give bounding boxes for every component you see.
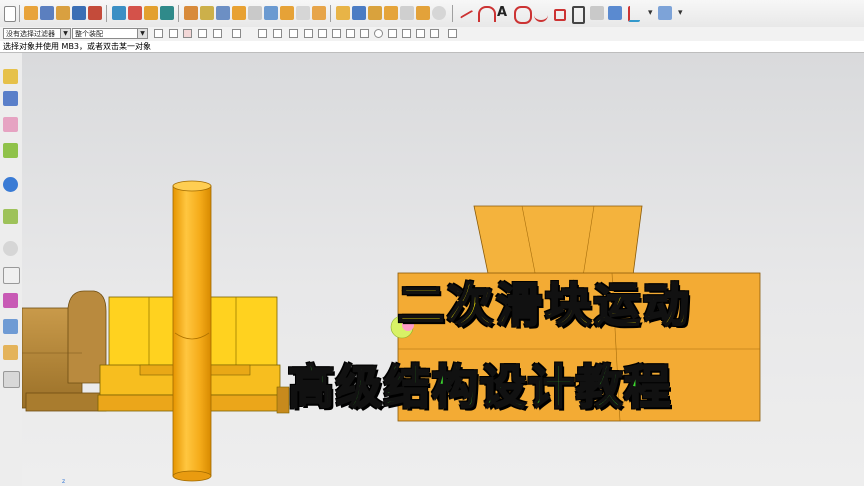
- tools-icon[interactable]: [3, 319, 18, 334]
- assembly-scope-dropdown[interactable]: 整个装配 ▼: [72, 28, 148, 39]
- snap-icon[interactable]: [183, 29, 192, 38]
- axis-icon[interactable]: [628, 6, 640, 22]
- sew-icon[interactable]: [368, 6, 382, 20]
- line-icon[interactable]: [459, 9, 475, 21]
- csys-icon[interactable]: [590, 6, 604, 20]
- resource-bar: [0, 53, 23, 486]
- pocket-icon[interactable]: [160, 6, 174, 20]
- datum-icon[interactable]: [572, 6, 585, 24]
- end-point-icon[interactable]: [304, 29, 313, 38]
- toolbar-separator: [452, 5, 453, 22]
- scale-icon[interactable]: [400, 6, 414, 20]
- filter-icon[interactable]: [154, 29, 163, 38]
- web-browser-icon[interactable]: [3, 177, 18, 192]
- video-title-line2: 高级结构设计教程: [287, 359, 672, 415]
- palette-icon[interactable]: [3, 293, 18, 308]
- trim-icon[interactable]: [296, 6, 310, 20]
- draft-icon[interactable]: [280, 6, 294, 20]
- shell-icon[interactable]: [264, 6, 278, 20]
- snap-clear-icon[interactable]: [448, 29, 457, 38]
- cue-line-text: 选择对象并使用 MB3，或者双击某一对象: [3, 42, 152, 51]
- face-select-icon[interactable]: [273, 29, 282, 38]
- box-select-icon[interactable]: [232, 29, 241, 38]
- revolve-icon[interactable]: [112, 6, 126, 20]
- spline-icon[interactable]: [534, 6, 548, 22]
- body-select-icon[interactable]: [258, 29, 267, 38]
- constraint-navigator-icon[interactable]: [3, 91, 18, 106]
- selection-filter-value: 没有选择过滤器: [6, 30, 55, 38]
- reuse-library-icon[interactable]: [3, 143, 18, 158]
- tangent-icon[interactable]: [332, 29, 341, 38]
- wrench-icon[interactable]: [40, 6, 54, 20]
- part-navigator-icon[interactable]: [3, 117, 18, 132]
- chevron-down-icon[interactable]: ▼: [60, 29, 70, 38]
- groove-icon[interactable]: [216, 6, 230, 20]
- list-icon[interactable]: [3, 267, 20, 284]
- offset-icon[interactable]: [384, 6, 398, 20]
- edge-blend-icon[interactable]: [232, 6, 246, 20]
- boss-icon[interactable]: [144, 6, 158, 20]
- curve-rule-icon[interactable]: [213, 29, 222, 38]
- slot-icon[interactable]: [200, 6, 214, 20]
- point-on-face-icon[interactable]: [430, 29, 439, 38]
- chevron-down-icon[interactable]: ▼: [137, 29, 147, 38]
- cross-point-icon[interactable]: [402, 29, 411, 38]
- intersection-icon[interactable]: [388, 29, 397, 38]
- circle-point-icon[interactable]: [374, 29, 383, 38]
- pad-icon[interactable]: [184, 6, 198, 20]
- main-toolbar: A ▾ ▾: [0, 0, 864, 28]
- toolbar-options-icon[interactable]: ▾: [678, 6, 692, 20]
- text-icon[interactable]: A: [497, 6, 511, 20]
- wcs-marker: z: [62, 478, 65, 485]
- graphics-window[interactable]: z 二次滑块运动 高级结构设计教程: [22, 53, 864, 486]
- toolbar-separator: [106, 5, 107, 22]
- toolbar-separator: [330, 5, 331, 22]
- pattern-icon[interactable]: [352, 6, 366, 20]
- point-on-curve-icon[interactable]: [416, 29, 425, 38]
- system-materials-icon[interactable]: [3, 371, 20, 388]
- view-icon[interactable]: [608, 6, 622, 20]
- arc-icon[interactable]: [478, 6, 496, 22]
- selection-filter-dropdown[interactable]: 没有选择过滤器 ▼: [3, 28, 71, 39]
- surface-icon[interactable]: [416, 6, 430, 20]
- point-icon[interactable]: [554, 9, 566, 21]
- select-all-icon[interactable]: [169, 29, 178, 38]
- sphere-icon[interactable]: [432, 6, 446, 20]
- split-icon[interactable]: [312, 6, 326, 20]
- side-fixture: [22, 290, 107, 412]
- angle-pin: [172, 180, 212, 482]
- part-icon[interactable]: [56, 6, 70, 20]
- clock-icon[interactable]: [3, 241, 18, 256]
- assembly-scope-value: 整个装配: [75, 30, 103, 38]
- toolbar-separator: [178, 5, 179, 22]
- open-icon[interactable]: [24, 6, 38, 20]
- scissors-icon[interactable]: [658, 6, 672, 20]
- mirror-icon[interactable]: [336, 6, 350, 20]
- video-title-line1: 二次滑块运动: [397, 277, 692, 333]
- sketch-icon[interactable]: [72, 6, 86, 20]
- grid-snap-icon[interactable]: [289, 29, 298, 38]
- history-icon[interactable]: [3, 209, 18, 224]
- assembly-navigator-icon[interactable]: [3, 69, 18, 84]
- hole-icon[interactable]: [128, 6, 142, 20]
- roles-icon[interactable]: [3, 345, 18, 360]
- center-point-icon[interactable]: [360, 29, 369, 38]
- cue-line: 选择对象并使用 MB3，或者双击某一对象: [0, 41, 864, 53]
- feature-select-icon[interactable]: [198, 29, 207, 38]
- chamfer-icon[interactable]: [248, 6, 262, 20]
- new-file-icon[interactable]: [4, 6, 16, 22]
- curve-icon[interactable]: [514, 6, 532, 24]
- control-point-icon[interactable]: [346, 29, 355, 38]
- extrude-icon[interactable]: [88, 6, 102, 20]
- toolbar-separator: [19, 5, 20, 22]
- mid-point-icon[interactable]: [318, 29, 327, 38]
